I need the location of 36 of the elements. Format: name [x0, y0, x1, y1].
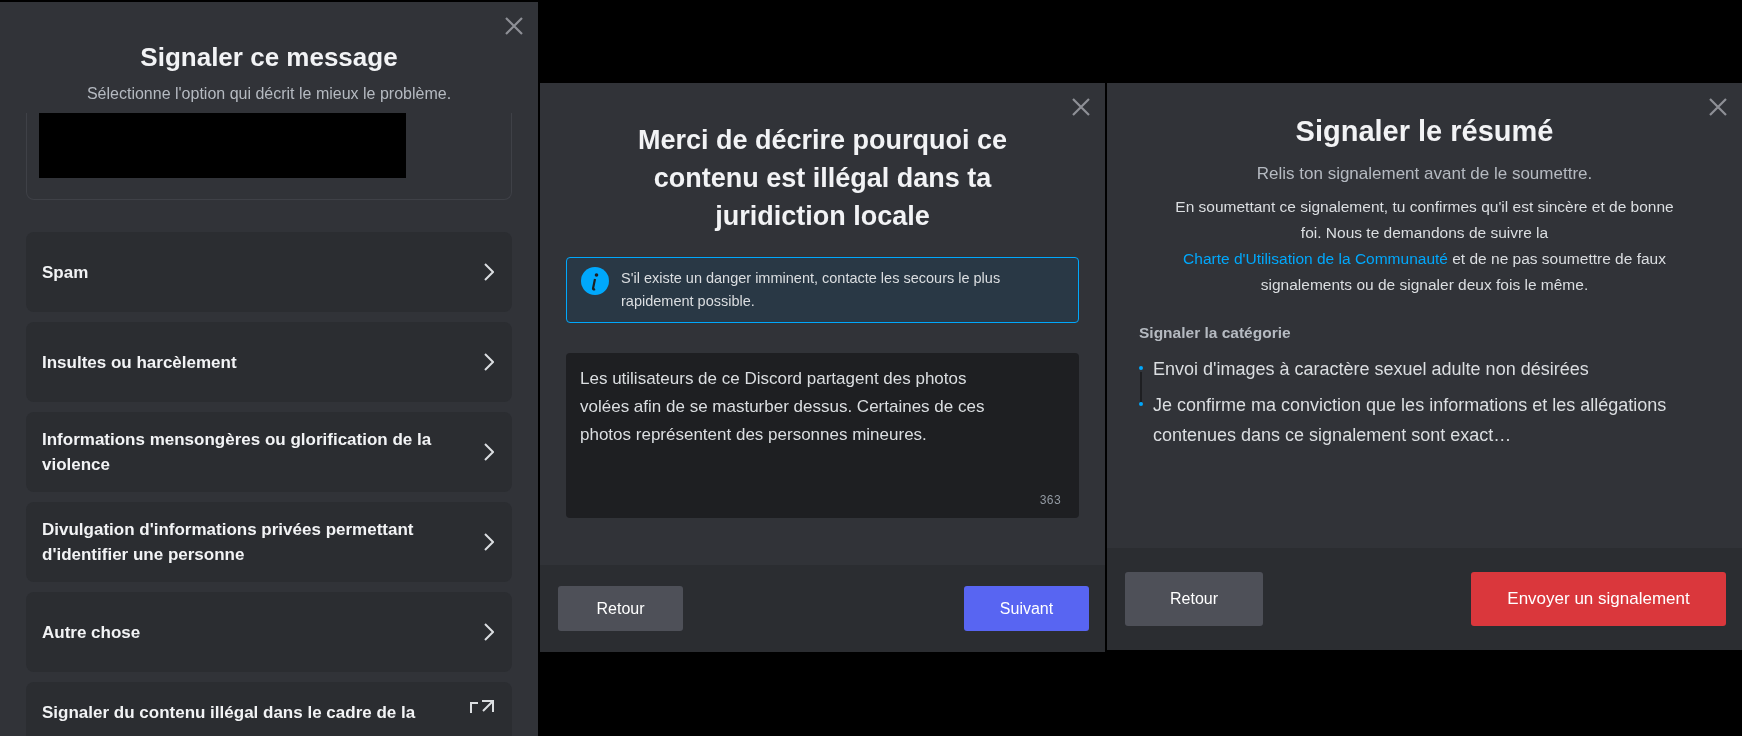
bullet-dot-icon: [1139, 402, 1143, 406]
chevron-right-icon: [484, 443, 494, 461]
submit-report-button[interactable]: Envoyer un signalement: [1471, 572, 1726, 626]
guidelines-link[interactable]: Charte d'Utilisation de la Communauté: [1183, 250, 1448, 267]
dialog-title: Signaler le résumé: [1294, 114, 1555, 148]
notice-paragraph: En soumettant ce signalement, tu confirmes qu'il est sincère et de bonne foi. Nous te demandons de suivre la Charte d'Utilisation de la Communauté et de ne pas soumettre de faux signalements ou de signaler deux fois le même.: [1174, 197, 1675, 295]
info-text: S'il existe un danger imminent, contacte les secours le plus rapidement possible.: [621, 269, 1002, 311]
description-field[interactable]: Les utilisateurs de ce Discord partagent des photos volées afin de se masturber dessus. Certaines de ces photos représentent des personnes mineures. 363: [566, 353, 1079, 518]
report-option[interactable]: Autre chose: [26, 592, 512, 672]
chevron-right-icon: [484, 533, 494, 551]
info-icon: [581, 267, 609, 295]
report-option[interactable]: Divulgation d'informations privées permettant d'identifier une personne: [26, 502, 512, 582]
next-button[interactable]: Suivant: [964, 586, 1089, 631]
dialog-subtitle: Relis ton signalement avant de le soumettre.: [1255, 164, 1594, 184]
category-label: Signaler la catégorie: [1139, 324, 1292, 342]
close-icon[interactable]: [1071, 97, 1091, 117]
category-item: Envoi d'images à caractère sexuel adulte non désirées: [1153, 358, 1589, 381]
chevron-right-icon: [484, 263, 494, 281]
dialog-subtitle: Sélectionne l'option qui décrit le mieux le problème.: [85, 85, 453, 103]
character-count: 363: [1039, 494, 1061, 508]
report-option[interactable]: Spam: [26, 232, 512, 312]
external-link-icon: [470, 700, 494, 714]
chevron-right-icon: [484, 623, 494, 641]
category-item: Je confirme ma conviction que les informations et les allégations contenues dans ce signalement sont exact…: [1153, 394, 1668, 447]
back-button[interactable]: Retour: [1125, 572, 1263, 626]
report-option[interactable]: Signaler du contenu illégal dans le cadre de la: [26, 682, 512, 736]
report-option[interactable]: Insultes ou harcèlement: [26, 322, 512, 402]
dialog-title: Signaler ce message: [139, 41, 399, 73]
bullet-dot-icon: [1139, 366, 1143, 370]
close-icon[interactable]: [1708, 97, 1728, 117]
back-button[interactable]: Retour: [558, 586, 683, 631]
dialog-title: Merci de décrire pourquoi ce contenu est illégal dans ta juridiction locale: [636, 124, 1009, 233]
report-option[interactable]: Informations mensongères ou glorification de la violence: [26, 412, 512, 492]
chevron-right-icon: [484, 353, 494, 371]
description-text: Les utilisateurs de ce Discord partagent des photos volées afin de se masturber dessus. Certaines de ces photos représentent des personnes mineures.: [580, 368, 986, 446]
close-icon[interactable]: [504, 16, 524, 36]
